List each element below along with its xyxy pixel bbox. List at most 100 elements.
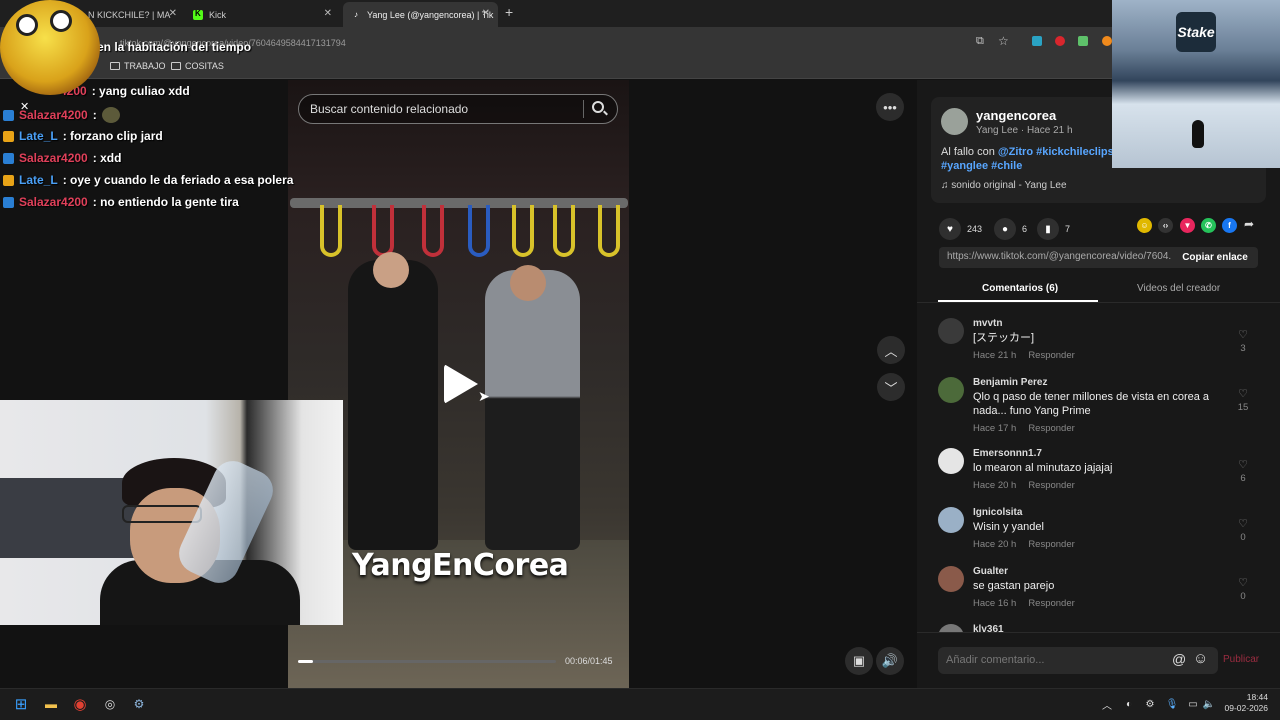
steam-icon[interactable]: ⚙ [130,695,148,713]
extension-icon[interactable] [1078,36,1088,46]
volume-tray-icon[interactable]: 🔈 [1200,695,1218,713]
reply-button[interactable]: Responder [1028,350,1074,361]
pip-icon[interactable]: ▣ [845,647,873,675]
comment-like[interactable]: ♡ 0 [1236,517,1250,543]
cursor-icon: ➤ [478,388,490,404]
commenter-name[interactable]: klv361 [973,624,1004,632]
chat-text: : xdd [92,151,122,165]
commenter-name[interactable]: Emersonnn1.7 [973,448,1042,459]
share-arrow-icon[interactable]: ➦ [1244,217,1254,231]
progress-track[interactable] [298,660,556,663]
tab-creator-videos[interactable]: Videos del creador [1137,283,1220,294]
heart-icon[interactable]: ♡ [1238,577,1248,589]
comment-count: 6 [1022,224,1028,234]
emoji-icon[interactable]: ☺ [1193,650,1208,667]
related-search-input[interactable]: Buscar contenido relacionado [298,94,618,124]
file-explorer-icon[interactable]: ▬ [42,695,60,713]
steam-tray-icon[interactable]: ⚙ [1141,695,1159,713]
more-options-icon[interactable]: ••• [876,93,904,121]
system-clock[interactable]: 18:44 09-02-2026 [1222,692,1268,714]
tab-kickchile[interactable]: N KICKCHILE? | MA ✕ [80,2,185,27]
comment-like[interactable]: ♡ 6 [1236,458,1250,484]
comment-time: Hace 21 h [973,350,1017,361]
close-tab-icon[interactable]: ✕ [482,8,490,19]
obs-icon[interactable]: ◎ [101,695,119,713]
previous-video-icon[interactable]: ︿ [877,336,905,364]
tray-expand-icon[interactable]: ︿ [1098,695,1116,713]
heart-icon[interactable]: ♥ [939,218,961,240]
commenter-avatar[interactable] [938,507,964,533]
chrome-icon[interactable]: ◉ [71,695,89,713]
creator-username[interactable]: yangencorea [976,108,1056,123]
heart-icon[interactable]: ♡ [1238,388,1248,400]
heart-icon[interactable]: ♡ [1238,329,1248,341]
comment-text: Wisin y yandel [973,521,1044,533]
close-icon[interactable]: ✕ [20,100,29,113]
heart-icon[interactable]: ♡ [1238,518,1248,530]
comment-like[interactable]: ♡ 0 [1236,576,1250,602]
chat-badge-icon [3,152,14,164]
embed-icon[interactable]: ‹› [1158,218,1173,233]
close-tab-icon[interactable]: ✕ [169,8,177,19]
new-tab-button[interactable]: + [505,4,513,20]
commenter-avatar[interactable] [938,566,964,592]
chat-username: Salazar4200 [19,108,88,122]
search-icon[interactable] [592,101,604,113]
webcam-bed [0,478,140,558]
comment-like[interactable]: ♡ 3 [1236,328,1250,354]
play-icon[interactable] [444,364,478,404]
commenter-avatar[interactable] [938,318,964,344]
commenter-name[interactable]: Gualter [973,566,1008,577]
comment-meta: Hace 16 h Responder [973,598,1075,609]
windows-start-icon[interactable]: ⊞ [12,695,30,713]
tab-kick[interactable]: Kick ✕ [185,2,340,27]
next-video-icon[interactable]: ﹀ [877,373,905,401]
commenter-avatar[interactable] [938,448,964,474]
reply-button[interactable]: Responder [1028,423,1074,434]
comment-meta: Hace 21 h Responder [973,350,1075,361]
music-label[interactable]: ♫ sonido original - Yang Lee [941,180,1067,191]
comment-like[interactable]: ♡ 15 [1236,387,1250,413]
reply-button[interactable]: Responder [1028,539,1074,550]
extension-icon[interactable] [1102,36,1112,46]
creator-avatar[interactable] [941,108,968,135]
commenter-avatar[interactable] [938,624,964,632]
copy-link-button[interactable]: Copiar enlace [1172,247,1258,268]
send-icon[interactable]: ▼ [1180,218,1195,233]
facebook-icon[interactable]: f [1222,218,1237,233]
commenter-name[interactable]: Benjamin Perez [973,377,1047,388]
bookmark-star-icon[interactable]: ☆ [998,34,1009,48]
comment-time: Hace 20 h [973,480,1017,491]
extension-icon[interactable] [1032,36,1042,46]
publish-button[interactable]: Publicar [1223,654,1259,665]
video-link[interactable]: https://www.tiktok.com/@yangencorea/vide… [947,251,1172,262]
mention-icon[interactable]: @ [1172,651,1186,667]
commenter-name[interactable]: mvvtn [973,318,1002,329]
reply-button[interactable]: Responder [1028,598,1074,609]
tab-tiktok[interactable]: ♪ Yang Lee (@yangencorea) | Tik ✕ [343,2,498,27]
microphone-icon[interactable]: 🎙 [1163,695,1181,713]
comment-like-count: 6 [1240,473,1246,484]
share-icon[interactable]: ☺ [1137,218,1152,233]
commenter-avatar[interactable] [938,377,964,403]
chat-message: Late_L: forzano clip jard [3,129,163,143]
like-stat[interactable]: ♥ 243 [939,218,982,240]
close-tab-icon[interactable]: ✕ [324,8,332,19]
heart-icon[interactable]: ♡ [1238,459,1248,471]
volume-icon[interactable]: 🔊 [876,647,904,675]
whatsapp-icon[interactable]: ✆ [1201,218,1216,233]
discord-icon[interactable]: ◐ [1120,695,1138,713]
chat-text: : oye y cuando le da feriado a esa poler… [62,173,294,187]
progress-fill [298,660,313,663]
commenter-name[interactable]: Ignicolsita [973,507,1022,518]
comment-icon[interactable]: ● [994,218,1016,240]
install-icon[interactable]: ⧉ [976,35,984,48]
tab-title: N KICKCHILE? | MA [88,9,171,20]
tab-comments[interactable]: Comentarios (6) [982,283,1058,294]
reply-button[interactable]: Responder [1028,480,1074,491]
extension-icon[interactable] [1055,36,1065,46]
save-stat[interactable]: ▮ 7 [1037,218,1070,240]
chat-text: : [92,108,97,122]
comment-stat[interactable]: ● 6 [994,218,1027,240]
bookmark-icon[interactable]: ▮ [1037,218,1059,240]
